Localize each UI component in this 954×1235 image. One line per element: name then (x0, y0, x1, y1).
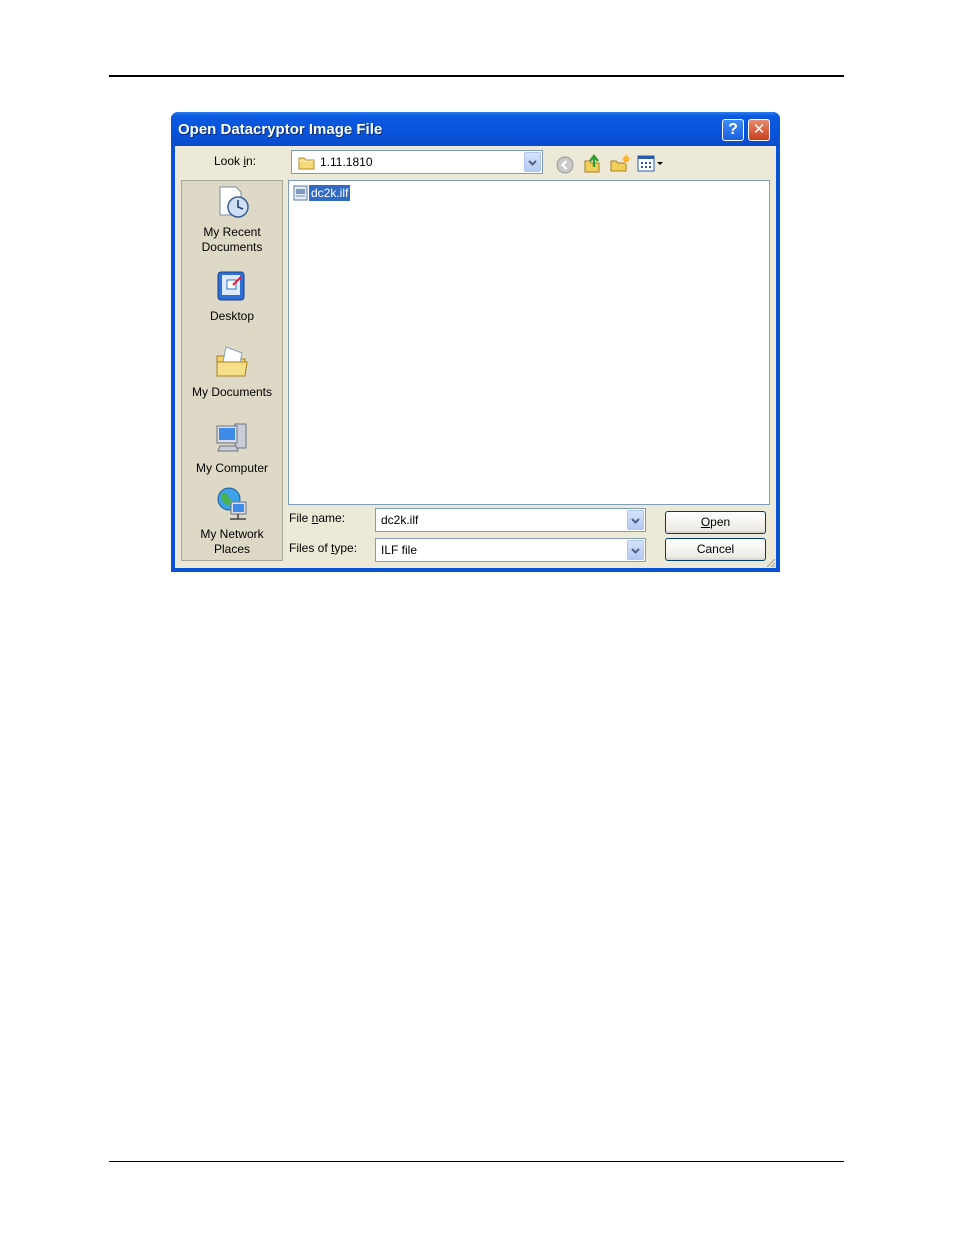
dialog-title: Open Datacryptor Image File (178, 121, 383, 138)
look-in-value: 1.11.1810 (320, 155, 373, 169)
title-bar[interactable]: Open Datacryptor Image File ? ✕ (171, 112, 780, 146)
chevron-down-icon (631, 548, 640, 554)
page-footer-rule (109, 1161, 844, 1162)
back-icon[interactable] (556, 156, 574, 174)
look-in-combo[interactable]: 1.11.1810 (291, 150, 543, 174)
file-name-label: File name: (289, 511, 346, 525)
chevron-down-icon (528, 160, 537, 166)
file-type-dropdown-button[interactable] (627, 540, 644, 560)
file-type-select[interactable]: ILF file (375, 538, 646, 562)
file-icon (293, 185, 308, 201)
file-name-input[interactable]: dc2k.ilf (375, 508, 646, 532)
file-name-dropdown-button[interactable] (627, 510, 644, 530)
look-in-label: Look in: (214, 154, 257, 168)
my-documents-icon (216, 346, 248, 377)
up-folder-icon[interactable] (583, 153, 603, 173)
file-name-label: dc2k.ilf (309, 185, 351, 201)
file-type-value: ILF file (381, 543, 418, 557)
recent-documents-icon (219, 186, 249, 218)
resize-grip-icon[interactable] (764, 556, 776, 568)
places-bar: My Recent Documents Desktop My Documents… (181, 180, 283, 561)
place-my-computer[interactable]: My Computer (182, 420, 282, 476)
open-file-dialog: Open Datacryptor Image File ? ✕ Look in:… (171, 112, 780, 572)
file-type-label: Files of type: (289, 541, 358, 555)
dialog-client-area: Look in: 1.11.1810 My Recent Documents D… (175, 146, 776, 568)
look-in-dropdown-button[interactable] (524, 152, 541, 172)
folder-icon (298, 157, 315, 170)
place-my-documents[interactable]: My Documents (182, 344, 282, 400)
file-name-value: dc2k.ilf (381, 513, 419, 527)
network-places-icon (217, 487, 247, 520)
close-button[interactable]: ✕ (748, 119, 770, 141)
views-menu-icon[interactable] (637, 155, 667, 173)
file-list[interactable]: dc2k.ilf (288, 180, 770, 505)
new-folder-icon[interactable] (609, 153, 631, 173)
place-my-network-places[interactable]: My Network Places (182, 486, 282, 557)
my-computer-icon (216, 423, 247, 452)
cancel-button[interactable]: Cancel (665, 538, 766, 561)
open-button[interactable]: Open (665, 511, 766, 534)
desktop-icon (217, 271, 245, 301)
place-my-recent-documents[interactable]: My Recent Documents (182, 184, 282, 255)
help-button[interactable]: ? (722, 119, 744, 141)
chevron-down-icon (631, 518, 640, 524)
place-desktop[interactable]: Desktop (182, 268, 282, 324)
page-header-rule (109, 75, 844, 77)
